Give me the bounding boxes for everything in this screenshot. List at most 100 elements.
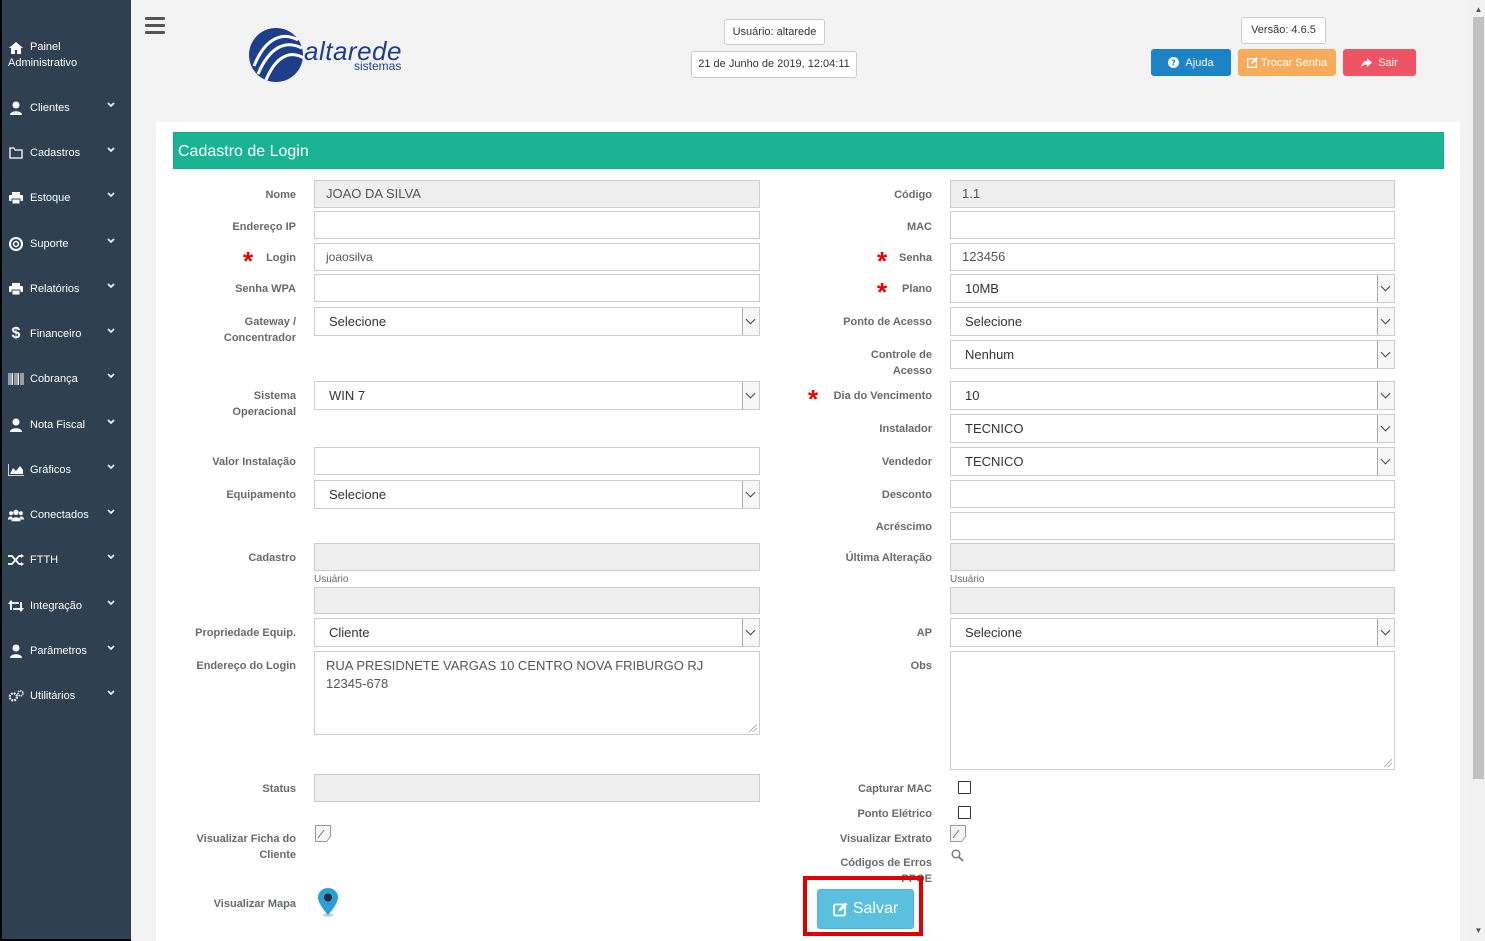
map-pin-icon[interactable] bbox=[318, 888, 338, 918]
sidebar-item-estoque[interactable]: Estoque bbox=[2, 183, 131, 213]
resize-grip-icon[interactable] bbox=[749, 724, 757, 732]
sidebar-item-label: FTTH bbox=[30, 554, 59, 566]
usuario-field[interactable] bbox=[950, 587, 1395, 614]
ficha-label: Visualizar Ficha do Cliente bbox=[196, 833, 296, 861]
ip-field[interactable] bbox=[314, 211, 760, 239]
sidebar-item-utilitarios[interactable]: Utilitários bbox=[2, 681, 131, 711]
sidebar-item-label: Utilitários bbox=[30, 690, 76, 702]
usuario-field[interactable] bbox=[314, 587, 760, 614]
cadastro-field[interactable] bbox=[314, 543, 760, 571]
sidebar-item-label: Estoque bbox=[30, 192, 71, 204]
life-ring-icon bbox=[8, 236, 24, 252]
scroll-up-icon[interactable]: ▲ bbox=[1473, 4, 1484, 15]
controle-acesso-select[interactable]: Nenhum bbox=[950, 340, 1395, 369]
ponto-eletrico-checkbox[interactable] bbox=[958, 806, 971, 819]
save-button-label: Salvar bbox=[852, 900, 899, 917]
status-field[interactable] bbox=[314, 774, 760, 802]
chevron-down-icon bbox=[742, 481, 759, 508]
sidebar-item-label: Suporte bbox=[30, 238, 69, 250]
sidebar-item-label: Cobrança bbox=[30, 373, 78, 385]
gateway-select[interactable]: Selecione bbox=[314, 307, 760, 336]
plano-select[interactable]: 10MB bbox=[950, 274, 1395, 303]
sidebar-item-suporte[interactable]: Suporte bbox=[2, 229, 131, 259]
sidebar-item-graficos[interactable]: Gráficos bbox=[2, 455, 131, 485]
sidebar-item-painel[interactable]: Painel Administrativo bbox=[2, 34, 131, 74]
status-label: Status bbox=[262, 783, 296, 795]
vendedor-label: Vendedor bbox=[881, 456, 932, 468]
chevron-down-icon bbox=[1377, 448, 1394, 475]
ultima-alteracao-field[interactable] bbox=[950, 543, 1395, 571]
chevron-down-icon bbox=[107, 238, 115, 244]
sidebar: Painel Administrativo Clientes Cadastros… bbox=[0, 0, 131, 941]
sidebar-item-ftth[interactable]: FTTH bbox=[2, 545, 131, 575]
logout-button[interactable]: Sair bbox=[1343, 49, 1416, 76]
ultima-alteracao-label: Última Alteração bbox=[845, 552, 932, 564]
senha-label: Senha bbox=[898, 252, 932, 264]
obs-label: Obs bbox=[910, 660, 932, 672]
user-info: Usuário: altarede bbox=[724, 19, 825, 45]
valor-instalacao-label: Valor Instalação bbox=[212, 456, 296, 468]
so-select[interactable]: WIN 7 bbox=[314, 381, 760, 410]
sidebar-item-conectados[interactable]: Conectados bbox=[2, 500, 131, 530]
broken-image-icon[interactable] bbox=[315, 825, 331, 842]
change-password-label: Trocar Senha bbox=[1260, 56, 1328, 69]
valor-instalacao-field[interactable] bbox=[314, 447, 760, 475]
ip-label: Endereço IP bbox=[232, 221, 296, 233]
obs-textarea[interactable] bbox=[950, 651, 1395, 770]
nome-field[interactable]: JOAO DA SILVA bbox=[314, 180, 760, 208]
version-info: Versão: 4.6.5 bbox=[1241, 17, 1326, 44]
random-icon bbox=[8, 552, 24, 568]
sidebar-item-integracao[interactable]: Integração bbox=[2, 591, 131, 621]
sidebar-item-label: Painel bbox=[30, 41, 61, 53]
chevron-down-icon bbox=[107, 645, 115, 651]
help-button[interactable]: ? Ajuda bbox=[1151, 49, 1231, 76]
sidebar-item-cadastros[interactable]: Cadastros bbox=[2, 138, 131, 168]
capturar-mac-checkbox[interactable] bbox=[958, 781, 971, 794]
sidebar-item-label: Parâmetros bbox=[30, 645, 87, 657]
sidebar-item-nota-fiscal[interactable]: Nota Fiscal bbox=[2, 410, 131, 440]
senha-field[interactable]: 123456 bbox=[950, 243, 1395, 271]
ap-select[interactable]: Selecione bbox=[950, 618, 1395, 647]
endereco-login-textarea[interactable]: RUA PRESIDNETE VARGAS 10 CENTRO NOVA FRI… bbox=[314, 651, 760, 735]
instalador-select[interactable]: TECNICO bbox=[950, 414, 1395, 443]
users-icon bbox=[8, 507, 24, 523]
menu-toggle-icon[interactable] bbox=[145, 17, 165, 35]
chevron-down-icon bbox=[107, 600, 115, 606]
sidebar-item-clientes[interactable]: Clientes bbox=[2, 93, 131, 123]
sidebar-item-cobranca[interactable]: Cobrança bbox=[2, 364, 131, 394]
scroll-down-icon[interactable]: ▼ bbox=[1473, 925, 1484, 936]
change-password-button[interactable]: Trocar Senha bbox=[1238, 49, 1336, 76]
codigo-field[interactable]: 1.1 bbox=[950, 180, 1395, 208]
search-icon[interactable] bbox=[951, 849, 964, 862]
chevron-down-icon bbox=[107, 509, 115, 515]
vendedor-select[interactable]: TECNICO bbox=[950, 447, 1395, 476]
usuario-label: Usuário bbox=[314, 574, 349, 585]
broken-image-icon[interactable] bbox=[950, 825, 966, 842]
desconto-field[interactable] bbox=[950, 480, 1395, 508]
resize-grip-icon[interactable] bbox=[1384, 759, 1392, 767]
acrescimo-field[interactable] bbox=[950, 512, 1395, 540]
wpa-label: Senha WPA bbox=[235, 283, 296, 295]
equipamento-select[interactable]: Selecione bbox=[314, 480, 760, 509]
sidebar-item-relatorios[interactable]: Relatórios bbox=[2, 274, 131, 304]
dia-vencimento-select[interactable]: 10 bbox=[950, 381, 1395, 410]
sidebar-item-label: Nota Fiscal bbox=[30, 419, 86, 431]
mac-field[interactable] bbox=[950, 211, 1395, 239]
ponto-acesso-select[interactable]: Selecione bbox=[950, 307, 1395, 336]
chevron-down-icon bbox=[107, 328, 115, 334]
sidebar-item-financeiro[interactable]: $ Financeiro bbox=[2, 319, 131, 349]
scrollbar-thumb[interactable] bbox=[1473, 17, 1484, 779]
sidebar-item-label: Cadastros bbox=[30, 147, 81, 159]
wpa-field[interactable] bbox=[314, 274, 760, 302]
sidebar-item-label: Administrativo bbox=[8, 57, 78, 69]
ponto-acesso-label: Ponto de Acesso bbox=[843, 316, 932, 328]
sidebar-item-parametros[interactable]: Parâmetros bbox=[2, 636, 131, 666]
save-button[interactable]: Salvar bbox=[817, 889, 914, 929]
nome-label: Nome bbox=[265, 189, 296, 201]
propriedade-select[interactable]: Cliente bbox=[314, 618, 760, 647]
chevron-down-icon bbox=[107, 419, 115, 425]
chevron-down-icon bbox=[1377, 341, 1394, 368]
login-field[interactable]: joaosilva bbox=[314, 243, 760, 271]
chevron-down-icon bbox=[107, 690, 115, 696]
codigo-label: Código bbox=[894, 189, 932, 201]
